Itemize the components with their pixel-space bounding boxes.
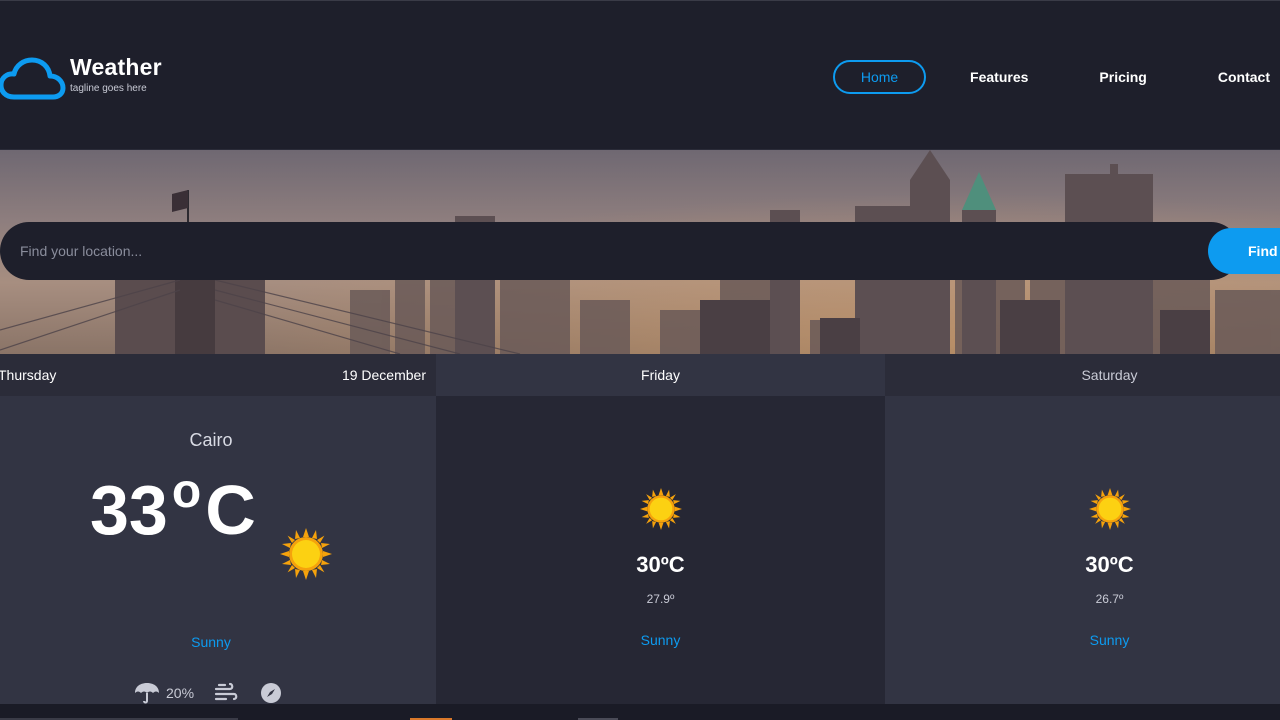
forecast-condition: Sunny [1089, 632, 1130, 648]
nav-contact[interactable]: Contact [1218, 60, 1270, 94]
location-search: Find [0, 222, 1280, 280]
forecast-card-friday: Friday 30ºC 27.9º Sunny [436, 354, 885, 704]
forecast-card-body: 30ºC 27.9º Sunny [436, 396, 885, 704]
current-temperature: 33 o C [90, 465, 256, 550]
find-button[interactable]: Find [1208, 228, 1280, 274]
compass-icon [261, 683, 282, 703]
nav-pricing[interactable]: Pricing [1099, 60, 1146, 94]
precipitation-value: 20% [166, 685, 195, 701]
forecast-high: 30ºC [636, 552, 685, 577]
nav-home[interactable]: Home [833, 60, 927, 94]
today-date: 19 December [341, 367, 426, 383]
sun-icon [640, 488, 682, 530]
wind-icon [214, 682, 238, 701]
forecast-card-saturday: Saturday 30ºC 26.7º Sunny [885, 354, 1280, 704]
location-name: Cairo [189, 430, 233, 450]
today-card-body: Cairo 33 o C Sunny 20% [0, 396, 436, 704]
brand-logo[interactable]: Weather tagline goes here [0, 53, 162, 101]
forecast-section: Thursday 19 December Cairo 33 o C Sunny … [0, 354, 1280, 704]
site-header: Weather tagline goes here Home Features … [0, 0, 1280, 150]
brand-tagline: tagline goes here [70, 83, 147, 94]
degree-symbol: o [171, 465, 202, 518]
umbrella-icon [135, 683, 159, 704]
forecast-day-header: Saturday [885, 354, 1280, 396]
brand-title: Weather [70, 54, 162, 80]
sun-icon [280, 528, 332, 580]
forecast-low: 26.7º [1095, 592, 1124, 606]
cloud-icon [0, 57, 66, 100]
temperature-unit: C [205, 471, 256, 549]
forecast-high: 30ºC [1085, 552, 1134, 577]
today-card: Thursday 19 December Cairo 33 o C Sunny … [0, 354, 436, 704]
nav-features[interactable]: Features [970, 60, 1028, 94]
location-search-input[interactable] [0, 222, 1240, 280]
temperature-value: 33 [90, 471, 168, 549]
sun-icon [1089, 488, 1131, 530]
forecast-condition: Sunny [640, 632, 681, 648]
main-nav: Home Features Pricing Contact [833, 60, 1280, 94]
weather-details: 20% [134, 682, 282, 704]
today-card-header: Thursday 19 December [0, 354, 436, 396]
today-condition: Sunny [191, 634, 231, 650]
forecast-low: 27.9º [646, 592, 675, 606]
forecast-day-header: Friday [436, 354, 885, 396]
footer-strip [0, 704, 1280, 720]
today-day: Thursday [0, 367, 57, 383]
forecast-card-body: 30ºC 26.7º Sunny [885, 396, 1280, 704]
